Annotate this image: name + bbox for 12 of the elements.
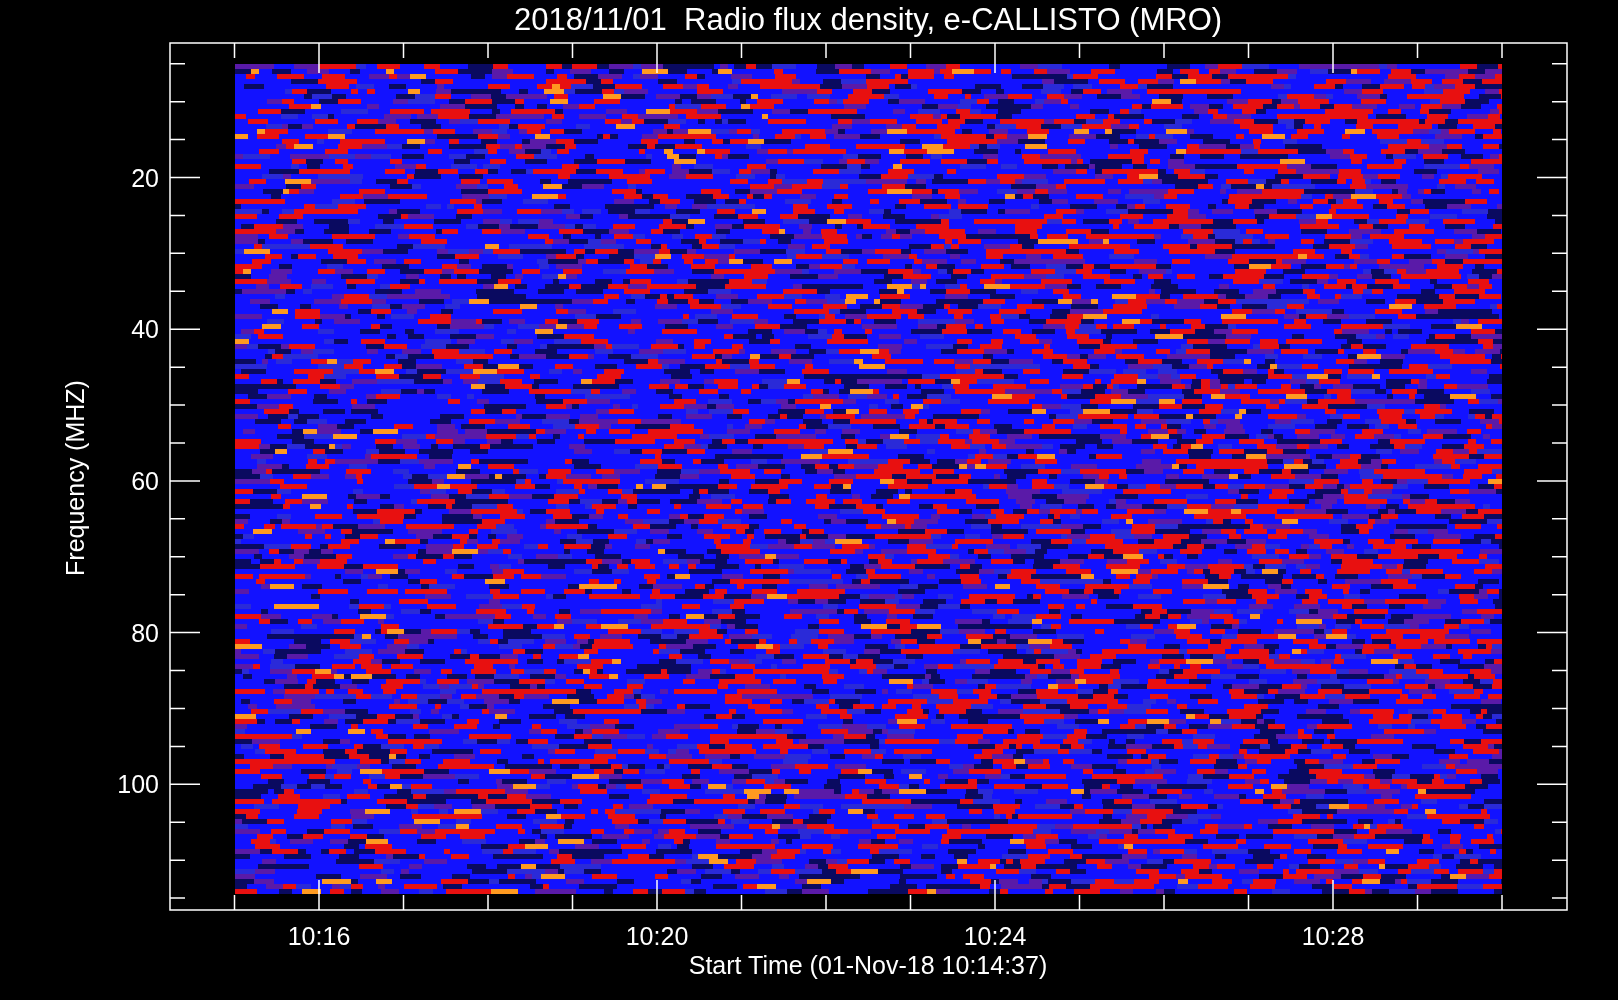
axis-tick-label: 80 — [131, 618, 159, 647]
axis-tick-label: 10:28 — [1301, 922, 1365, 950]
axis-tick-label: 10:16 — [287, 922, 351, 950]
axis-tick-label: 10:20 — [625, 922, 689, 950]
chart-title: 2018/11/01 Radio flux density, e-CALLISTO (MRO) — [513, 2, 1223, 37]
axis-label: Frequency (MHZ) — [61, 380, 89, 576]
axis-tick-label: 10:24 — [963, 922, 1027, 950]
axis-tick-label: 60 — [131, 466, 159, 495]
axis-label: Start Time (01-Nov-18 10:14:37) — [688, 951, 1048, 979]
axis-tick-label: 40 — [131, 315, 159, 344]
axis-tick-label: 100 — [117, 770, 159, 799]
axis-tick-label: 20 — [131, 163, 159, 192]
